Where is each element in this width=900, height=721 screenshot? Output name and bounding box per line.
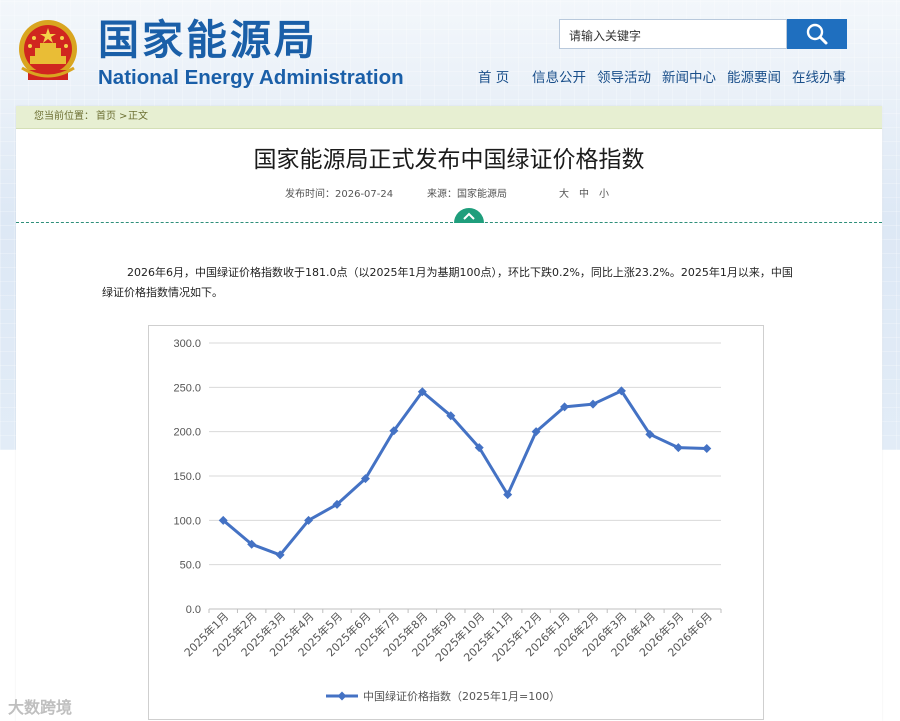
intro-line-2: 绿证价格指数情况如下。 (102, 286, 223, 299)
legend-label: 中国绿证价格指数（2025年1月=100） (363, 689, 560, 703)
breadcrumb-current: 正文 (128, 111, 148, 122)
nav-item-leadership[interactable]: 领导活动 (597, 66, 651, 86)
intro-line-1: 2026年6月，中国绿证价格指数收于181.0点（以2025年1月为基期100点… (127, 266, 793, 279)
collapse-toggle[interactable] (454, 208, 484, 223)
breadcrumb-home[interactable]: 首页 (96, 106, 116, 128)
y-tick-label: 0.0 (186, 604, 201, 616)
font-size-small[interactable]: 小 (599, 185, 609, 200)
site-title-cn[interactable]: 国家能源局 (98, 14, 318, 66)
series-line (222, 389, 707, 557)
nav-item-news[interactable]: 新闻中心 (662, 66, 716, 86)
watermark: 大数跨境 (8, 698, 73, 717)
title-divider (16, 222, 882, 223)
y-tick-label: 300.0 (173, 338, 201, 350)
national-emblem-icon[interactable] (16, 18, 80, 84)
font-size-medium[interactable]: 中 (579, 185, 589, 200)
search-button[interactable] (787, 19, 847, 49)
data-point (702, 444, 712, 454)
nav-item-energy-news[interactable]: 能源要闻 (727, 66, 781, 86)
y-tick-label: 200.0 (173, 427, 201, 439)
y-tick-label: 50.0 (180, 560, 201, 572)
article-source: 来源：国家能源局 (427, 189, 507, 200)
breadcrumb: 您当前位置： 首页 > 正文 (16, 106, 882, 129)
font-size-large[interactable]: 大 (559, 185, 569, 200)
breadcrumb-separator: > (119, 111, 128, 122)
y-tick-label: 150.0 (173, 471, 201, 483)
publish-time: 发布时间：2026-07-24 (285, 189, 394, 200)
chevron-up-icon (463, 212, 475, 220)
nav-item-home[interactable]: 首 页 (478, 66, 509, 86)
green-certificate-price-index-chart: 300.0 250.0 200.0 150.0 100.0 50.0 0.0 2025年1月 2… (148, 325, 764, 720)
nav-item-online-services[interactable]: 在线办事 (792, 66, 846, 86)
search-input[interactable]: 请输入关键字 (559, 19, 787, 49)
breadcrumb-label: 您当前位置： (34, 111, 94, 122)
data-point (673, 443, 683, 453)
search-icon (806, 23, 828, 45)
y-tick-label: 250.0 (173, 382, 201, 394)
chart-svg: 300.0250.0200.0150.0100.050.00.02025年1月2… (173, 338, 722, 703)
nav-item-info-disclosure[interactable]: 信息公开 (532, 66, 586, 86)
data-point (588, 399, 598, 409)
y-tick-label: 100.0 (173, 515, 201, 527)
site-title-en[interactable]: National Energy Administration (98, 66, 404, 90)
page-title: 国家能源局正式发布中国绿证价格指数 (253, 147, 645, 173)
legend-marker (337, 691, 347, 701)
